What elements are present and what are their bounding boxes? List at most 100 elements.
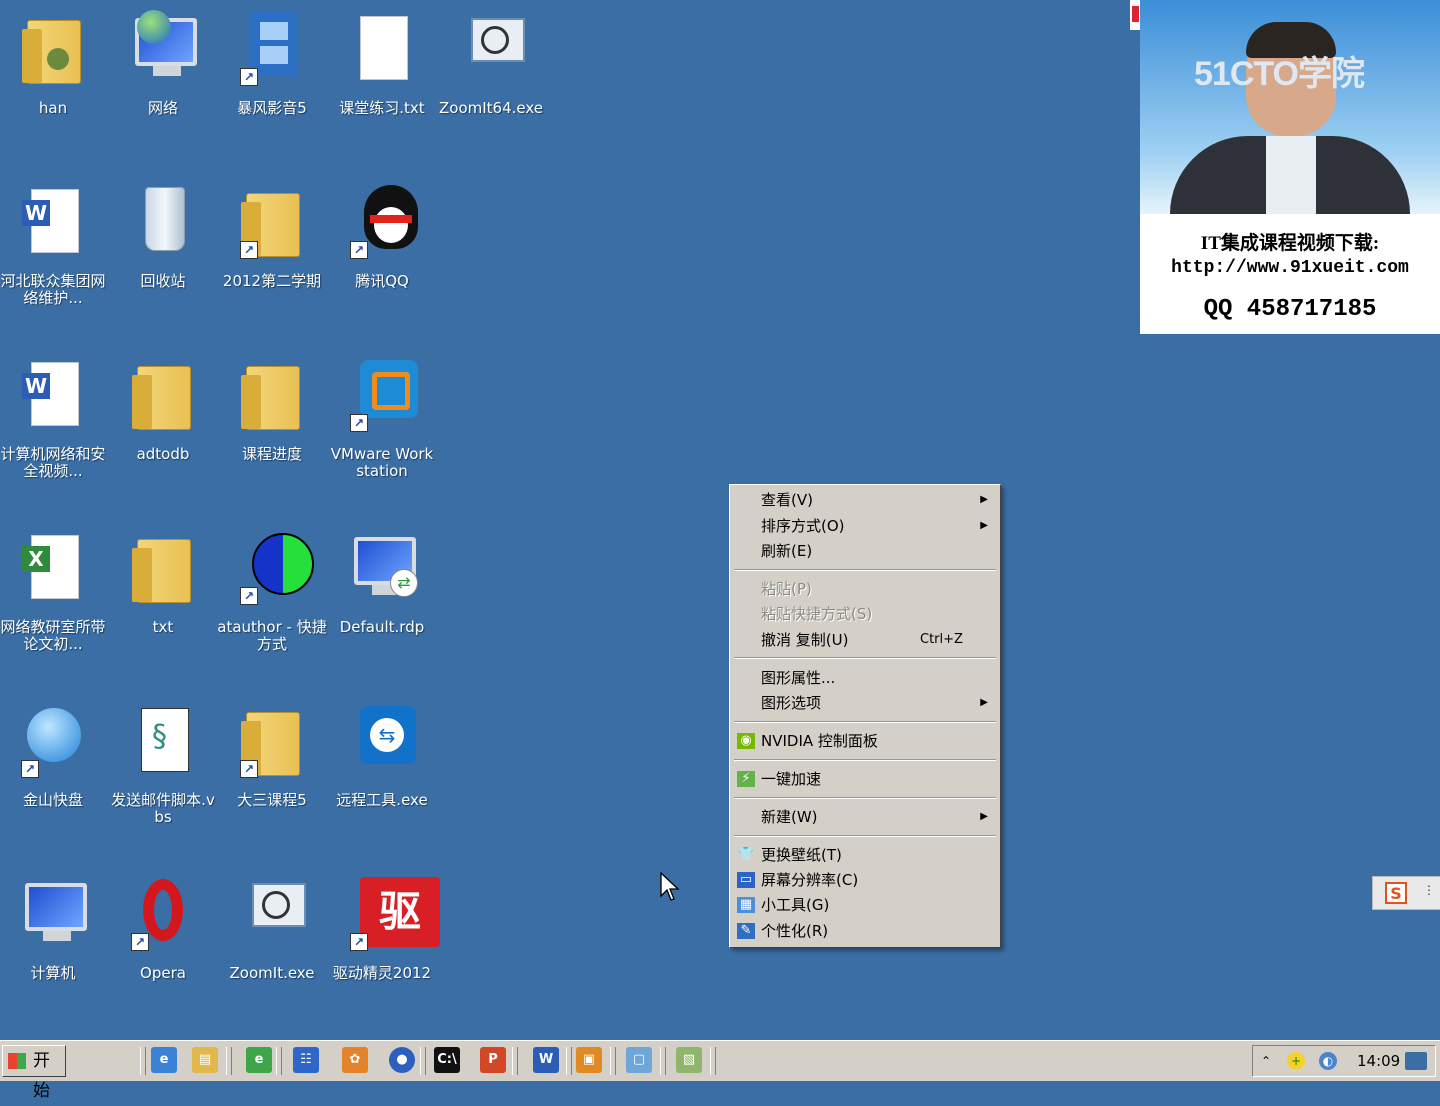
desktop-icon-label: 发送邮件脚本.vbs — [111, 791, 215, 826]
desktop-icon-label: 网络 — [147, 99, 178, 117]
menu-item-label: 查看(V) — [761, 491, 813, 509]
desktop-icon-baofeng[interactable]: ↗ 暴风影音5 — [217, 10, 327, 117]
desktop-icon-vbs[interactable]: § 发送邮件脚本.vbs — [108, 702, 218, 826]
menu-item-label: 新建(W) — [761, 808, 818, 826]
explorer-icon[interactable]: ▤ — [192, 1047, 218, 1073]
menu-item-graphics-options[interactable]: 图形选项 ▶ — [734, 691, 996, 715]
desktop-icon-label: txt — [152, 618, 174, 636]
speedup-tray-icon[interactable]: + — [1287, 1052, 1305, 1070]
desktop-icon-opera[interactable]: ↗ Opera — [108, 875, 218, 982]
toolbar-grip[interactable] — [610, 1047, 616, 1075]
desktop-icon-junior-course[interactable]: ↗ 大三课程5 — [217, 702, 327, 809]
toolbar-grip[interactable] — [566, 1047, 572, 1075]
powerpoint-icon[interactable]: P — [480, 1047, 506, 1073]
shortcut-arrow-icon: ↗ — [350, 933, 368, 951]
menu-item-paste-shortcut: 粘贴快捷方式(S) — [734, 602, 996, 626]
teamviewer-icon: ⇆ — [360, 706, 416, 764]
sogou-ime-icon[interactable]: S — [1385, 882, 1407, 904]
text-file-icon — [360, 16, 408, 80]
desktop-icon-label: han — [38, 99, 68, 117]
mouse-cursor-icon — [660, 872, 680, 901]
desktop-icon-remote-tool[interactable]: ⇆ 远程工具.exe — [327, 702, 437, 809]
desktop-icon-adtodb[interactable]: adtodb — [108, 356, 218, 463]
desktop-icon-atauthor[interactable]: ↗ atauthor - 快捷方式 — [217, 529, 327, 653]
desktop-icon-word-doc-1[interactable]: W 河北联众集团网络维护... — [0, 183, 108, 307]
desktop-icon-label: 计算机 — [30, 964, 76, 982]
desktop-icon-network[interactable]: 网络 — [108, 10, 218, 117]
desktop-icon-driver-genius[interactable]: 驱 ↗ 驱动精灵2012 — [327, 875, 440, 982]
toolbar-grip[interactable] — [420, 1047, 426, 1075]
desktop-icon-excel-doc[interactable]: X 网络教研室所带论文初... — [0, 529, 108, 653]
menu-item-label: 刷新(E) — [761, 542, 813, 560]
submenu-arrow-icon: ▶ — [980, 494, 988, 505]
toolbar-grip[interactable] — [660, 1047, 666, 1075]
desktop-icon-label: adtodb — [136, 445, 190, 463]
desktop-icon-word-doc-2[interactable]: W 计算机网络和安全视频... — [0, 356, 108, 480]
toolbar-grip[interactable] — [710, 1047, 716, 1075]
cmd-icon[interactable]: C:\ — [434, 1047, 460, 1073]
desktop-icon-computer[interactable]: 计算机 — [0, 875, 108, 982]
window-icon[interactable]: ▢ — [626, 1047, 652, 1073]
toolbar-grip[interactable] — [276, 1047, 282, 1075]
desktop-icon-kuaipan[interactable]: ↗ 金山快盘 — [0, 702, 108, 809]
desktop-icon-label: Default.rdp — [339, 618, 425, 636]
desktop-icon-course-progress[interactable]: 课程进度 — [217, 356, 327, 463]
menu-item-view[interactable]: 查看(V) ▶ — [734, 488, 996, 512]
toolbar-grip[interactable] — [226, 1047, 232, 1075]
map-icon[interactable]: ▧ — [676, 1047, 702, 1073]
menu-item-personalize[interactable]: ✎ 个性化(R) — [734, 919, 996, 943]
nvidia-icon: ◉ — [737, 733, 755, 749]
desktop-icon-label: atauthor - 快捷方式 — [217, 618, 327, 653]
app-icon[interactable]: ▣ — [576, 1047, 602, 1073]
desktop-icon-qq[interactable]: ↗ 腾讯QQ — [327, 183, 437, 290]
menu-item-refresh[interactable]: 刷新(E) — [734, 539, 996, 563]
menu-item-label: 图形属性... — [761, 669, 836, 687]
vmware-icon — [360, 360, 418, 418]
overlay-line-1: IT集成课程视频下载: — [1200, 233, 1380, 254]
ie-icon[interactable]: e — [151, 1047, 177, 1073]
toolbar-grip[interactable] — [512, 1047, 518, 1075]
menu-item-nvidia[interactable]: ◉ NVIDIA 控制面板 — [734, 729, 996, 753]
shortcut-arrow-icon: ↗ — [240, 760, 258, 778]
desktop-icon-label: 2012第二学期 — [222, 272, 322, 290]
media-icon[interactable]: ● — [389, 1047, 415, 1073]
shortcut-arrow-icon: ↗ — [131, 933, 149, 951]
desktop-icon-label: ZoomIt64.exe — [438, 99, 543, 117]
desktop-icon-default-rdp[interactable]: ⇄ Default.rdp — [327, 529, 437, 636]
toolbar-grip[interactable] — [140, 1047, 146, 1075]
submenu-arrow-icon: ▶ — [980, 520, 988, 531]
start-button[interactable]: 开始 — [2, 1045, 66, 1101]
desktop-icon-vmware[interactable]: ↗ VMware Workstation — [327, 356, 437, 480]
desktop-icon-han[interactable]: han — [0, 10, 108, 117]
menu-item-undo-copy[interactable]: 撤消 复制(U) Ctrl+Z — [734, 628, 996, 652]
desktop-icon-label: 驱动精灵2012 — [332, 964, 432, 982]
menu-item-screen-resolution[interactable]: ▭ 屏幕分辨率(C) — [734, 868, 996, 892]
panel-icon[interactable]: ☷ — [293, 1047, 319, 1073]
ime-toolbar[interactable]: S ⋮ — [1372, 876, 1440, 910]
menu-item-paste: 粘贴(P) — [734, 577, 996, 601]
menu-item-sort[interactable]: 排序方式(O) ▶ — [734, 514, 996, 538]
desktop-context-menu: 查看(V) ▶ 排序方式(O) ▶ 刷新(E) 粘贴(P) 粘贴快捷方式(S) … — [729, 484, 1001, 948]
desktop-icon-zoomit64[interactable]: ZoomIt64.exe — [436, 10, 546, 117]
desktop-icon-label: 暴风影音5 — [237, 99, 307, 117]
network-tray-icon[interactable]: ◐ — [1319, 1052, 1337, 1070]
desktop-icon-2012-semester[interactable]: ↗ 2012第二学期 — [217, 183, 327, 290]
chevron-up-icon[interactable]: ⌃ — [1257, 1052, 1275, 1070]
paint-icon[interactable]: ✿ — [342, 1047, 368, 1073]
ie-alt-icon[interactable]: e — [246, 1047, 272, 1073]
menu-item-gadgets[interactable]: ▦ 小工具(G) — [734, 893, 996, 917]
desktop-icon-txt[interactable]: txt — [108, 529, 218, 636]
word-icon[interactable]: W — [533, 1047, 559, 1073]
show-desktop-icon[interactable] — [1405, 1052, 1427, 1070]
ime-menu-icon[interactable]: ⋮ — [1423, 883, 1435, 897]
menu-item-change-wallpaper[interactable]: 👕 更换壁纸(T) — [734, 843, 996, 867]
menu-item-new[interactable]: 新建(W) ▶ — [734, 805, 996, 829]
desktop-icon-recycle-bin[interactable]: 回收站 — [108, 183, 218, 290]
clock[interactable]: 14:09 — [1357, 1046, 1400, 1076]
folder-icon — [132, 366, 191, 430]
menu-item-speedup[interactable]: ⚡ 一键加速 — [734, 767, 996, 791]
menu-item-graphics-properties[interactable]: 图形属性... — [734, 666, 996, 690]
desktop-icon-zoomit[interactable]: ZoomIt.exe — [217, 875, 327, 982]
desktop-icon-classroom-practice[interactable]: 课堂练习.txt — [327, 10, 437, 117]
zoom-magnifier-icon — [252, 883, 306, 927]
